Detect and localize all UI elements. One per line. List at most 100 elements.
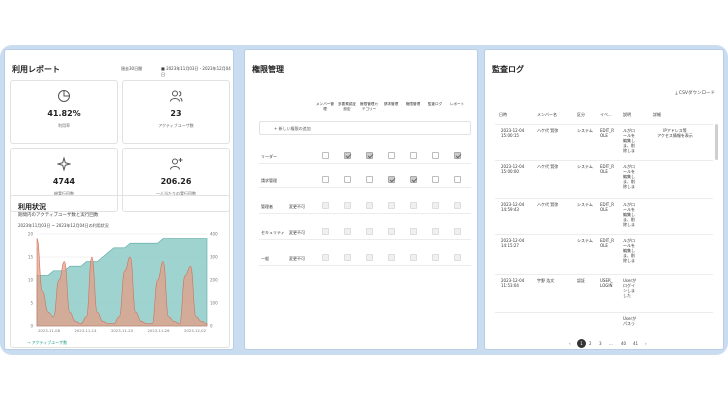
audit-cell-event: EDIT_R OLE xyxy=(600,164,615,174)
permission-checkbox[interactable] xyxy=(409,152,417,159)
date-range[interactable]: 2023年11月03日 - 2023年12月04日 xyxy=(161,66,233,78)
audit-cell-member: ハケ代 賢弥 xyxy=(537,128,559,133)
x-tick-label: 2023-11-20 xyxy=(111,328,134,333)
audit-column-header[interactable]: メンバー名 xyxy=(537,112,557,118)
permission-checkbox xyxy=(409,254,417,261)
row-divider xyxy=(495,124,713,125)
row-divider xyxy=(495,198,713,199)
download-icon: ⤓ xyxy=(675,91,678,96)
role-name: セキュリティ xyxy=(261,230,285,235)
permission-checkbox[interactable] xyxy=(431,152,439,159)
audit-cell-date: 2023-12-04 15:00:15 xyxy=(501,128,525,138)
permission-checkbox[interactable] xyxy=(453,176,461,183)
page-button[interactable]: 41 xyxy=(633,341,638,346)
permission-checkbox xyxy=(365,254,373,261)
chart-legend[interactable]: ⊸ アクティブユーザ数 xyxy=(27,340,67,346)
row-divider xyxy=(259,163,471,164)
left-tick-label: 20 xyxy=(28,232,34,237)
row-divider xyxy=(259,213,471,214)
audit-cell-date: 2023-12-04 14:59:43 xyxy=(501,202,525,212)
right-tick-label: 100 xyxy=(210,301,218,306)
audit-column-header[interactable]: 日時 xyxy=(499,112,507,118)
csv-download-button[interactable]: ⤓ CSVダウンロード xyxy=(675,90,715,96)
permission-checkbox[interactable] xyxy=(321,152,329,159)
permission-checkbox xyxy=(343,202,351,209)
page-button[interactable]: 2 xyxy=(589,341,592,346)
permission-checkbox xyxy=(409,202,417,209)
legend-label: アクティブユーザ数 xyxy=(31,340,68,345)
role-name: 管理者 xyxy=(261,204,273,209)
screen-background: 利用レポート 過去30日間 2023年11月03日 - 2023年12月04日 … xyxy=(0,45,728,355)
permission-checkbox xyxy=(431,202,439,209)
page-button[interactable]: 1 xyxy=(577,339,586,348)
usage-range-text: 2023年11月03日 ~ 2023年12月04日の利用状況 xyxy=(18,223,109,228)
permission-checkbox xyxy=(321,254,329,261)
right-tick-label: 400 xyxy=(210,232,218,237)
kpi-value: 206.26 xyxy=(160,177,192,186)
usage-card: 利用状況 期間内のアクティブユーザ数と実行回数 2023年11月03日 ~ 20… xyxy=(10,195,230,348)
role-locked-label: 変更不可 xyxy=(289,230,305,235)
csv-download-label: CSVダウンロード xyxy=(678,91,715,96)
audit-cell-desc: Userがパスヮ xyxy=(623,316,637,326)
audit-cell-desc: ルがロールを編集しま、削除しま xyxy=(623,238,635,263)
left-tick-label: 0 xyxy=(30,324,33,329)
kpi-usage-rate: 41.82% 利用率 xyxy=(10,80,118,144)
permission-checkbox xyxy=(431,228,439,235)
audit-cell-type: システム xyxy=(577,128,593,133)
table-scrollbar[interactable] xyxy=(715,124,718,160)
permission-checkbox[interactable] xyxy=(321,176,329,183)
permission-checkbox[interactable] xyxy=(409,176,417,183)
x-tick-label: 2023-11-26 xyxy=(147,328,170,333)
left-tick-label: 5 xyxy=(30,301,33,306)
permission-column-header: レポート xyxy=(449,102,465,106)
permission-checkbox[interactable] xyxy=(365,176,373,183)
sparkle-icon xyxy=(11,157,117,171)
role-locked-label: 変更不可 xyxy=(289,256,305,261)
role-locked-label: 変更不可 xyxy=(289,204,305,209)
audit-cell-desc: ルがロールを編集しま、削除しま xyxy=(623,164,635,189)
usage-title: 利用状況 xyxy=(18,203,46,211)
audit-cell-desc: ルがロールを編集しま、削除しま xyxy=(623,202,635,227)
add-permission-button[interactable]: + 新しい権限の追加 xyxy=(259,121,471,135)
audit-cell-event: EDIT_R OLE xyxy=(600,128,615,138)
permission-checkbox[interactable] xyxy=(431,176,439,183)
users-icon xyxy=(123,89,229,103)
audit-cell-event: EDIT_R OLE xyxy=(600,238,615,248)
permission-checkbox xyxy=(453,228,461,235)
permission-checkbox xyxy=(387,228,395,235)
permission-checkbox[interactable] xyxy=(365,152,373,159)
page-button[interactable]: ... xyxy=(609,341,613,346)
audit-column-header[interactable]: 区分 xyxy=(577,112,585,118)
audit-cell-desc: ルがロールを編集しま、削除しま xyxy=(623,128,635,153)
page-button[interactable]: 3 xyxy=(599,341,602,346)
permission-column-header: 請求管理 xyxy=(383,102,399,106)
permission-checkbox[interactable] xyxy=(387,176,395,183)
permission-checkbox xyxy=(343,254,351,261)
usage-subtitle: 期間内のアクティブユーザ数と実行回数 xyxy=(18,213,99,218)
usage-chart: 20 15 10 5 0 400 300 200 100 0 2023-11-08 2023-11-1… xyxy=(28,232,218,334)
audit-cell-type: システム xyxy=(577,202,593,207)
audit-column-header[interactable]: 詳細 xyxy=(653,112,661,118)
row-divider xyxy=(495,160,713,161)
permission-checkbox xyxy=(387,254,395,261)
page-button[interactable]: 40 xyxy=(621,341,626,346)
permission-checkbox[interactable] xyxy=(343,152,351,159)
permission-checkbox[interactable] xyxy=(343,176,351,183)
permission-checkbox[interactable] xyxy=(453,152,461,159)
permission-checkbox xyxy=(321,202,329,209)
prev-page-icon[interactable]: ‹ xyxy=(569,341,571,346)
period-select[interactable]: 過去30日間 xyxy=(121,66,142,72)
next-page-icon[interactable]: › xyxy=(645,341,647,346)
permission-column-header: 監査ログ xyxy=(427,102,443,106)
permission-checkbox xyxy=(453,254,461,261)
audit-cell-date: 2023-12-04 15:00:00 xyxy=(501,164,525,174)
permission-checkbox xyxy=(365,202,373,209)
role-name: 一般 xyxy=(261,256,269,261)
audit-column-header[interactable]: イベ... xyxy=(600,112,612,118)
audit-cell-type: 認証 xyxy=(577,278,585,283)
left-tick-label: 15 xyxy=(28,255,34,260)
audit-column-header[interactable]: 説明 xyxy=(623,112,631,118)
pie-chart-icon xyxy=(11,89,117,103)
permission-column-header: 多要素認証設定 xyxy=(338,102,356,111)
permission-checkbox[interactable] xyxy=(387,152,395,159)
